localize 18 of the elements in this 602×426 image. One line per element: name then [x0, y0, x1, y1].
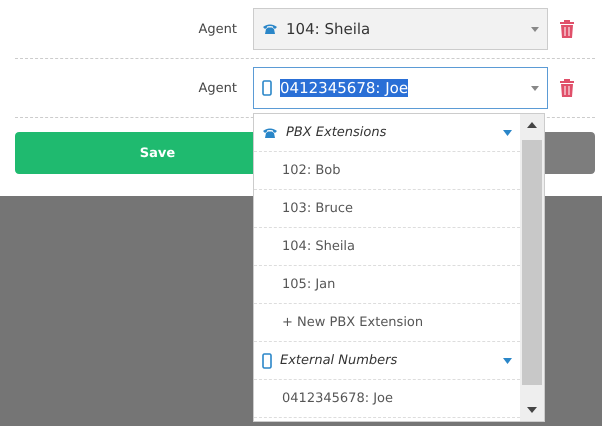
field-label: Agent [198, 22, 238, 36]
scrollbar-thumb[interactable] [522, 140, 542, 385]
caret-icon [503, 358, 512, 364]
agent-select[interactable]: 0412345678: Joe [253, 67, 548, 109]
caret-icon [531, 86, 539, 90]
caret-icon [531, 26, 539, 32]
telephone-icon [262, 126, 278, 138]
trash-icon[interactable] [560, 20, 574, 38]
scroll-up-icon[interactable] [527, 122, 537, 128]
field-label: Agent [198, 80, 238, 96]
scrollbar[interactable] [520, 114, 544, 421]
agent-select[interactable]: 104: Sheila [253, 8, 548, 50]
mobile-phone-icon [262, 80, 272, 96]
trash-icon[interactable] [560, 79, 574, 97]
caret-icon [503, 130, 512, 136]
telephone-icon [262, 23, 278, 35]
scroll-down-icon[interactable] [527, 407, 537, 413]
mobile-phone-icon [262, 352, 272, 368]
